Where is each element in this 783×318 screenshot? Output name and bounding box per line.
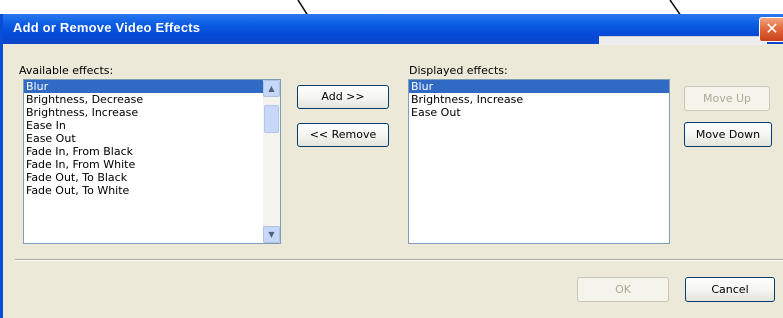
available-effects-list[interactable]: Blur Brightness, Decrease Brightness, Incr… [23, 79, 281, 244]
add-button[interactable]: Add >> [297, 85, 389, 109]
list-item[interactable]: Brightness, Increase [409, 93, 669, 106]
list-item[interactable]: Brightness, Increase [24, 106, 280, 119]
list-item[interactable]: Fade In, From Black [24, 145, 280, 158]
remove-button[interactable]: << Remove [297, 123, 389, 147]
list-item[interactable]: Fade Out, To White [24, 184, 280, 197]
displayed-effects-list[interactable]: Blur Brightness, Increase Ease Out [408, 79, 670, 244]
scroll-down-button[interactable]: ▼ [263, 226, 280, 243]
displayed-effects-items: Blur Brightness, Increase Ease Out [409, 80, 669, 119]
list-item[interactable]: Ease In [24, 119, 280, 132]
scroll-thumb[interactable] [264, 105, 279, 133]
title-bar-overlay [599, 36, 767, 45]
ok-button[interactable]: OK [577, 277, 669, 302]
list-item[interactable]: Ease Out [24, 132, 280, 145]
scroll-up-button[interactable]: ▲ [263, 80, 280, 97]
list-item[interactable]: Ease Out [409, 106, 669, 119]
chevron-down-icon: ▼ [268, 230, 275, 239]
title-bar[interactable]: Add or Remove Video Effects ✕ [3, 14, 783, 45]
move-up-button[interactable]: Move Up [684, 86, 770, 111]
close-button[interactable]: ✕ [759, 17, 783, 42]
cancel-button[interactable]: Cancel [685, 277, 775, 302]
close-icon: ✕ [765, 19, 779, 38]
list-item[interactable]: Fade Out, To Black [24, 171, 280, 184]
separator [15, 259, 783, 261]
dialog-title: Add or Remove Video Effects [13, 20, 201, 35]
chevron-up-icon: ▲ [268, 84, 275, 93]
available-effects-scrollbar[interactable]: ▲ ▼ [263, 80, 280, 243]
available-effects-label: Available effects: [19, 64, 114, 77]
list-item[interactable]: Blur [24, 80, 280, 93]
move-down-button[interactable]: Move Down [684, 122, 772, 147]
add-remove-video-effects-dialog: Add or Remove Video Effects ✕ Available … [0, 14, 783, 318]
list-item[interactable]: Brightness, Decrease [24, 93, 280, 106]
available-effects-items: Blur Brightness, Decrease Brightness, Incr… [24, 80, 280, 197]
list-item[interactable]: Fade In, From White [24, 158, 280, 171]
list-item[interactable]: Blur [409, 80, 669, 93]
displayed-effects-label: Displayed effects: [409, 64, 508, 77]
